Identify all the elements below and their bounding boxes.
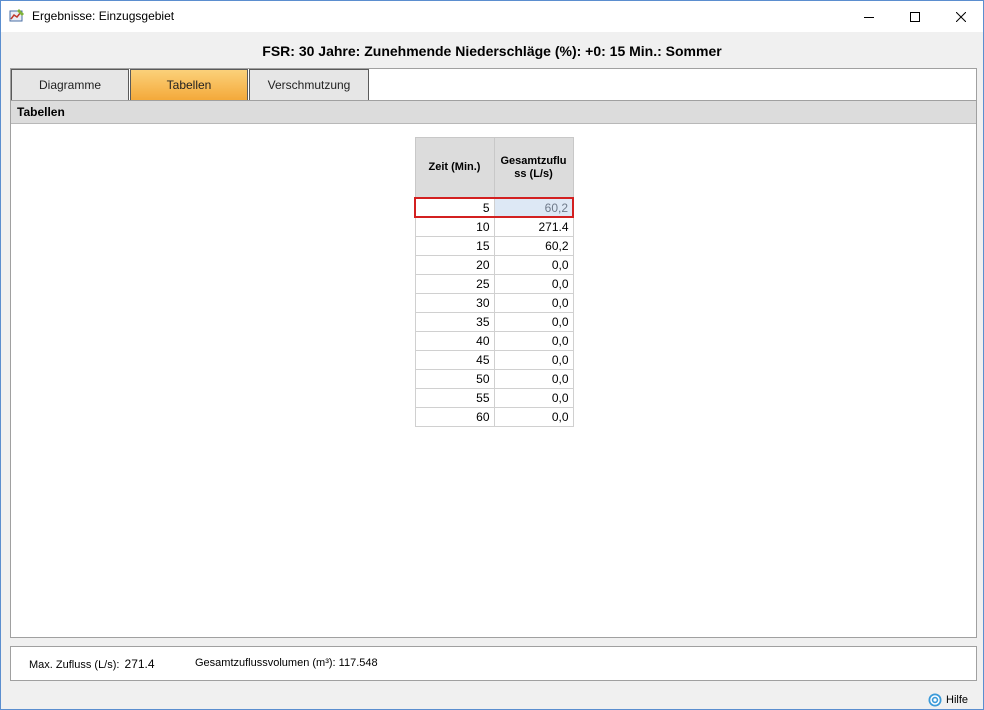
tab-strip: Diagramme Tabellen Verschmutzung: [10, 68, 977, 101]
cell-inflow[interactable]: 0,0: [493, 254, 574, 275]
cell-time[interactable]: 30: [414, 292, 495, 313]
table-row[interactable]: 35 0,0: [414, 311, 574, 332]
cell-time[interactable]: 55: [414, 387, 495, 408]
table-row[interactable]: 60 0,0: [414, 406, 574, 427]
cell-time[interactable]: 50: [414, 368, 495, 389]
results-table: Zeit (Min.) Gesamtzufluss (L/s) 5 60,2 10 2…: [414, 137, 574, 427]
results-window: Ergebnisse: Einzugsgebiet FSR: 30 Jahre:…: [0, 0, 984, 710]
tab-tabellen[interactable]: Tabellen: [130, 69, 248, 101]
column-header-inflow[interactable]: Gesamtzufluss (L/s): [493, 137, 574, 199]
cell-inflow[interactable]: 0,0: [493, 368, 574, 389]
close-button[interactable]: [938, 1, 984, 32]
table-row[interactable]: 25 0,0: [414, 273, 574, 294]
cell-inflow[interactable]: 0,0: [493, 387, 574, 408]
max-inflow: Max. Zufluss (L/s): 271.4: [29, 657, 155, 671]
table-row[interactable]: 5 60,2: [414, 197, 574, 218]
minimize-button[interactable]: [846, 1, 892, 32]
title-bar[interactable]: Ergebnisse: Einzugsgebiet: [1, 1, 983, 32]
app-chart-icon: [9, 9, 24, 22]
cell-inflow[interactable]: 271.4: [493, 216, 574, 237]
total-volume: Gesamtzuflussvolumen (m³): 117.548: [195, 657, 378, 669]
cell-inflow[interactable]: 60,2: [493, 235, 574, 256]
max-inflow-label: Max. Zufluss (L/s):: [29, 659, 120, 671]
cell-inflow[interactable]: 60,2: [493, 197, 574, 218]
cell-inflow[interactable]: 0,0: [493, 292, 574, 313]
table-row[interactable]: 10 271.4: [414, 216, 574, 237]
window-title: Ergebnisse: Einzugsgebiet: [32, 9, 175, 23]
table-row[interactable]: 40 0,0: [414, 330, 574, 351]
table-row[interactable]: 15 60,2: [414, 235, 574, 256]
help-label: Hilfe: [946, 694, 969, 706]
table-row[interactable]: 45 0,0: [414, 349, 574, 370]
cell-inflow[interactable]: 0,0: [493, 406, 574, 427]
cell-time[interactable]: 5: [414, 197, 495, 218]
table-row[interactable]: 55 0,0: [414, 387, 574, 408]
panel-header-label: Tabellen: [17, 105, 65, 119]
tables-panel: Tabellen Zeit (Min.) Gesamtzufluss (L/s)…: [10, 100, 977, 638]
table-row[interactable]: 20 0,0: [414, 254, 574, 275]
cell-time[interactable]: 10: [414, 216, 495, 237]
cell-time[interactable]: 40: [414, 330, 495, 351]
cell-time[interactable]: 25: [414, 273, 495, 294]
tab-diagramme[interactable]: Diagramme: [11, 69, 129, 101]
cell-time[interactable]: 45: [414, 349, 495, 370]
tab-verschmutzung[interactable]: Verschmutzung: [249, 69, 369, 101]
summary-box: Max. Zufluss (L/s): 271.4 Gesamtzuflussv…: [10, 646, 977, 681]
cell-inflow[interactable]: 0,0: [493, 311, 574, 332]
cell-inflow[interactable]: 0,0: [493, 273, 574, 294]
panel-header: Tabellen: [11, 101, 976, 124]
column-header-time[interactable]: Zeit (Min.): [414, 137, 495, 199]
total-volume-label: Gesamtzuflussvolumen (m³):: [195, 657, 336, 669]
help-icon: [928, 693, 942, 707]
table-row[interactable]: 30 0,0: [414, 292, 574, 313]
help-button[interactable]: Hilfe: [928, 692, 968, 708]
minimize-icon: [864, 16, 874, 18]
scenario-title: FSR: 30 Jahre: Zunehmende Niederschläge …: [262, 43, 722, 59]
cell-time[interactable]: 20: [414, 254, 495, 275]
cell-time[interactable]: 15: [414, 235, 495, 256]
maximize-button[interactable]: [892, 1, 938, 32]
cell-inflow[interactable]: 0,0: [493, 349, 574, 370]
cell-time[interactable]: 35: [414, 311, 495, 332]
cell-inflow[interactable]: 0,0: [493, 330, 574, 351]
cell-time[interactable]: 60: [414, 406, 495, 427]
total-volume-value: 117.548: [338, 657, 378, 669]
max-inflow-value: 271.4: [124, 657, 155, 671]
close-icon: [956, 11, 966, 22]
table-row[interactable]: 50 0,0: [414, 368, 574, 389]
maximize-icon: [910, 11, 920, 22]
